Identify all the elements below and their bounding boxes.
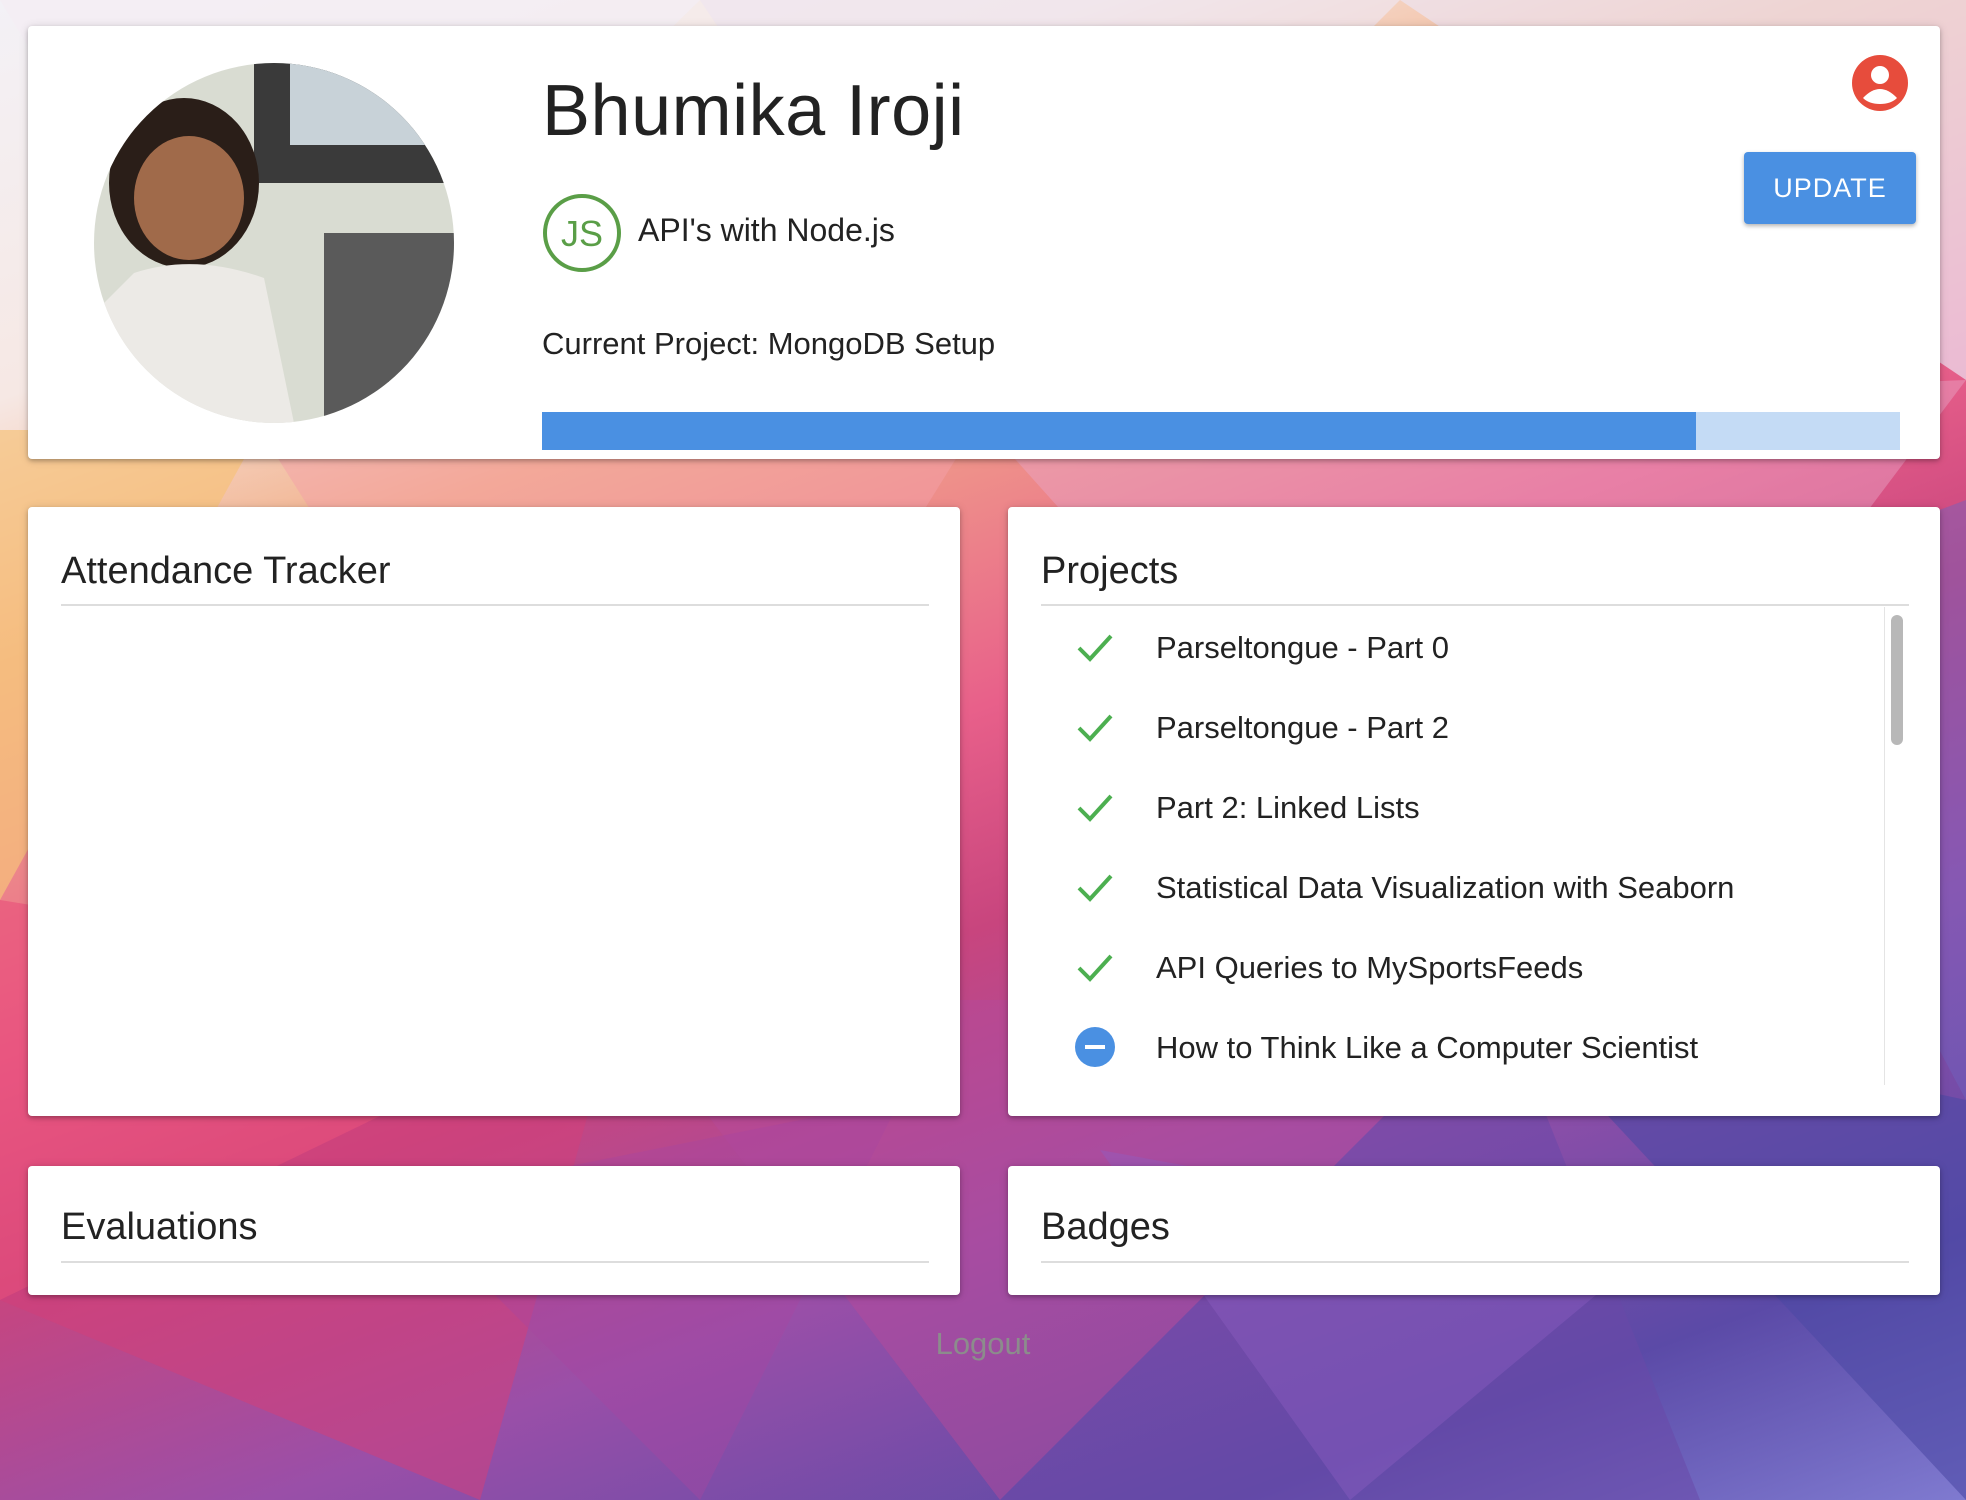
scroll-thumb[interactable] bbox=[1891, 615, 1903, 745]
svg-text:JS: JS bbox=[561, 213, 603, 254]
badges-card: Badges bbox=[1008, 1166, 1940, 1295]
project-label: How to Think Like a Computer Scientist bbox=[1156, 1030, 1699, 1065]
account-circle-icon[interactable] bbox=[1851, 54, 1909, 112]
checkmark-icon bbox=[1075, 707, 1115, 747]
checkmark-icon bbox=[1075, 787, 1115, 827]
checkmark-icon bbox=[1075, 627, 1115, 667]
badges-title: Badges bbox=[1041, 1206, 1170, 1248]
project-item[interactable]: Parseltongue - Part 0 bbox=[1041, 607, 1909, 687]
project-label: Parseltongue - Part 2 bbox=[1156, 710, 1449, 745]
project-item[interactable]: How to Think Like a Computer Scientist bbox=[1041, 1007, 1909, 1085]
checkmark-icon bbox=[1075, 947, 1115, 987]
project-progress-bar bbox=[542, 412, 1900, 450]
course-name: API's with Node.js bbox=[638, 212, 895, 248]
evaluations-card: Evaluations bbox=[28, 1166, 960, 1295]
project-item[interactable]: API Queries to MySportsFeeds bbox=[1041, 927, 1909, 1007]
project-item[interactable]: Part 2: Linked Lists bbox=[1041, 767, 1909, 847]
divider bbox=[1041, 604, 1909, 606]
projects-card: Projects Parseltongue - Part 0 Parseltong… bbox=[1008, 507, 1940, 1116]
avatar bbox=[94, 63, 454, 423]
nodejs-logo-icon: JS bbox=[543, 194, 621, 272]
current-project: Current Project: MongoDB Setup bbox=[542, 326, 996, 361]
project-items: Parseltongue - Part 0 Parseltongue - Part… bbox=[1041, 607, 1909, 1085]
minus-circle-icon bbox=[1075, 1027, 1115, 1067]
profile-card: Bhumika Iroji JS API's with Node.js Curr… bbox=[28, 26, 1940, 459]
project-item[interactable]: Parseltongue - Part 2 bbox=[1041, 687, 1909, 767]
project-label: Parseltongue - Part 0 bbox=[1156, 630, 1449, 665]
project-label: Statistical Data Visualization with Seab… bbox=[1156, 870, 1735, 905]
scrollbar[interactable] bbox=[1884, 607, 1909, 1085]
project-item[interactable]: Statistical Data Visualization with Seab… bbox=[1041, 847, 1909, 927]
project-list[interactable]: Parseltongue - Part 0 Parseltongue - Part… bbox=[1041, 607, 1909, 1085]
attendance-tracker-card: Attendance Tracker bbox=[28, 507, 960, 1116]
student-name: Bhumika Iroji bbox=[542, 71, 965, 151]
logout-link[interactable]: Logout bbox=[0, 1326, 1966, 1362]
divider bbox=[61, 604, 929, 606]
attendance-title: Attendance Tracker bbox=[61, 550, 391, 592]
divider bbox=[1041, 1261, 1909, 1263]
project-label: Part 2: Linked Lists bbox=[1156, 790, 1420, 825]
divider bbox=[61, 1261, 929, 1263]
update-button[interactable]: UPDATE bbox=[1744, 152, 1916, 224]
project-label: API Queries to MySportsFeeds bbox=[1156, 950, 1584, 985]
evaluations-title: Evaluations bbox=[61, 1206, 258, 1248]
project-progress-fill bbox=[542, 412, 1697, 450]
projects-title: Projects bbox=[1041, 550, 1179, 592]
checkmark-icon bbox=[1075, 867, 1115, 907]
